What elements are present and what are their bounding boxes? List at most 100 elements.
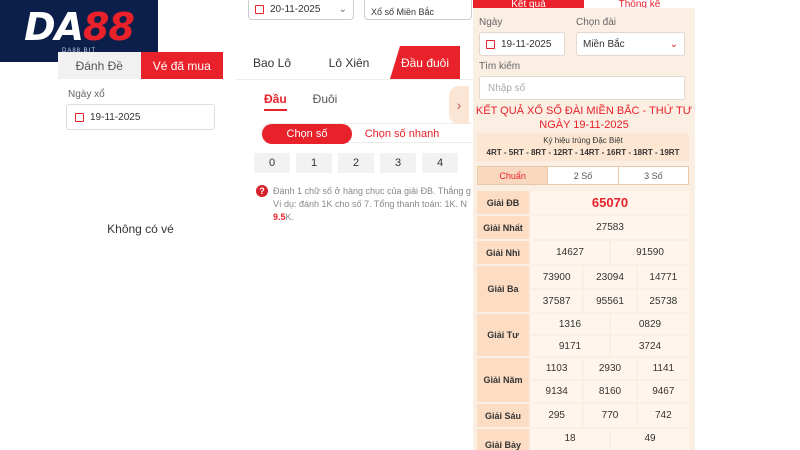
display-mode-toggle: Chuẩn 2 Số 3 Số <box>477 166 689 185</box>
logo-num: 88 <box>83 5 135 49</box>
search-input[interactable]: Nhập số <box>479 76 685 100</box>
prize-value-row: 9171 3724 <box>531 336 689 356</box>
prize-value-row: 65070 <box>531 191 689 214</box>
prize-row-db: Giải ĐB 65070 <box>477 191 689 214</box>
quick-choose-button[interactable]: Chọn số nhanh <box>352 124 452 144</box>
subtab-dau[interactable]: Đầu <box>264 92 287 111</box>
prize-number: 14627 <box>531 241 609 264</box>
help-amount: 9.5 <box>273 212 286 222</box>
digit-button[interactable]: 1 <box>296 153 332 173</box>
prize-label: Giải Bảy <box>477 429 529 450</box>
subtab-duoi[interactable]: Đuôi <box>313 92 338 111</box>
prize-number: 295 <box>531 404 583 427</box>
help-text: Đánh 1 chữ số ở hàng chục của giải ĐB. T… <box>273 185 471 224</box>
prize-value-row: 9134 8160 9467 <box>531 381 689 402</box>
prize-value-row: 27583 <box>531 216 689 239</box>
chevron-right-icon: › <box>456 97 462 113</box>
result-date-label: Ngày <box>479 17 503 28</box>
prize-number: 25738 <box>637 290 689 312</box>
mode-standard[interactable]: Chuẩn <box>478 167 549 184</box>
ticket-panel: Đánh Đề Vé đã mua Ngày xổ 19-11-2025 Khô… <box>58 52 223 450</box>
prize-number: 49 <box>611 429 689 450</box>
prize-row-tu: Giải Tư 1316 0829 9171 3724 <box>477 314 689 356</box>
tab-danh-de[interactable]: Đánh Đề <box>58 52 141 79</box>
bet-type-tabs: Bao Lô Lô Xiên Đầu đuôi <box>236 46 476 80</box>
help-line-1: Đánh 1 chữ số ở hàng chục của giải ĐB. T… <box>273 186 471 196</box>
digit-button[interactable]: 0 <box>254 153 290 173</box>
digit-grid: 0 1 2 3 4 <box>254 153 476 173</box>
digit-button[interactable]: 3 <box>380 153 416 173</box>
top-region-select[interactable]: Xổ số Miền Bắc <box>364 0 472 20</box>
prize-row-nhi: Giải Nhì 14627 91590 <box>477 241 689 264</box>
prize-number: 1316 <box>531 314 609 334</box>
results-title-line-2: NGÀY 19-11-2025 <box>539 119 629 131</box>
region-select-label: Chọn đài <box>576 17 617 28</box>
tab-thong-ke[interactable]: Thống kê <box>584 0 695 8</box>
results-tabs: Kết quả Thống kê <box>473 0 695 8</box>
tab-dau-duoi[interactable]: Đầu đuôi <box>390 46 460 79</box>
top-date-picker[interactable]: 20-11-2025 ⌄ <box>248 0 354 20</box>
prize-number: 742 <box>637 404 689 427</box>
prize-value-row: 1103 2930 1141 <box>531 358 689 379</box>
prize-values: 14627 91590 <box>531 241 689 264</box>
question-icon: ? <box>256 185 268 197</box>
draw-date-picker[interactable]: 19-11-2025 <box>66 104 215 130</box>
prize-number: 73900 <box>531 266 583 288</box>
prize-label: Giải Năm <box>477 358 529 402</box>
prize-number: 9467 <box>637 381 689 402</box>
result-date-picker[interactable]: 19-11-2025 <box>479 32 565 56</box>
region-select[interactable]: Miền Bắc ⌄ <box>576 32 685 56</box>
choose-number-button[interactable]: Chọn số <box>262 124 352 144</box>
prize-values: 295 770 742 <box>531 404 689 427</box>
prize-number: 14771 <box>637 266 689 288</box>
tab-ve-da-mua[interactable]: Vé đã mua <box>140 52 223 79</box>
prize-row-bay: Giải Bảy 18 49 <box>477 429 689 450</box>
results-title: KẾT QUẢ XỔ SỐ ĐÀI MIỀN BẮC - THỨ TƯ NGÀY… <box>473 104 695 132</box>
prize-number: 0829 <box>611 314 689 334</box>
prize-number: 3724 <box>611 336 689 356</box>
prize-row-nam: Giải Năm 1103 2930 1141 9134 8160 9467 <box>477 358 689 402</box>
help-suffix: K. <box>285 212 295 222</box>
prize-value-row: 73900 23094 14771 <box>531 266 689 288</box>
prize-values: 1316 0829 9171 3724 <box>531 314 689 356</box>
prize-values: 73900 23094 14771 37587 95561 25738 <box>531 266 689 312</box>
top-date-value: 20-11-2025 <box>270 4 321 15</box>
prize-value-row: 14627 91590 <box>531 241 689 264</box>
calendar-icon <box>255 5 264 14</box>
draw-date-value: 19-11-2025 <box>90 111 141 123</box>
prize-values: 18 49 <box>531 429 689 450</box>
tab-ket-qua[interactable]: Kết quả <box>473 0 584 8</box>
logo-text: DA88 <box>24 5 135 49</box>
prize-values: 27583 <box>531 216 689 239</box>
prize-label: Giải ĐB <box>477 191 529 214</box>
tab-lo-xien[interactable]: Lô Xiên <box>308 46 390 79</box>
collapse-results-button[interactable]: › <box>449 86 469 124</box>
prize-value-row: 18 49 <box>531 429 689 450</box>
bet-panel: Bao Lô Lô Xiên Đầu đuôi Đầu Đuôi Chọn số… <box>236 46 481 450</box>
prize-number: 91590 <box>611 241 689 264</box>
chevron-down-icon: ⌄ <box>669 38 678 50</box>
tab-bao-lo[interactable]: Bao Lô <box>236 46 308 79</box>
calendar-icon <box>486 39 495 49</box>
prize-number: 18 <box>531 429 609 450</box>
prize-number: 2930 <box>584 358 636 379</box>
prize-label: Giải Nhì <box>477 241 529 264</box>
results-title-line-1: KẾT QUẢ XỔ SỐ ĐÀI MIỀN BẮC - THỨ TƯ <box>475 105 693 117</box>
mode-2-digits[interactable]: 2 Số <box>548 167 619 184</box>
digit-button[interactable]: 2 <box>338 153 374 173</box>
prize-number: 1103 <box>531 358 583 379</box>
prize-values: 1103 2930 1141 9134 8160 9467 <box>531 358 689 402</box>
empty-tickets-message: Không có vé <box>107 222 174 236</box>
prize-row-nhat: Giải Nhất 27583 <box>477 216 689 239</box>
prize-number: 95561 <box>584 290 636 312</box>
dau-duoi-subtabs: Đầu Đuôi <box>264 92 476 111</box>
prize-label: Giải Nhất <box>477 216 529 239</box>
help-line-2: Ví dụ: đánh 1K cho số 7. Tổng thanh toán… <box>273 199 467 209</box>
digit-button[interactable]: 4 <box>422 153 458 173</box>
pick-mode-toggle: Chọn số Chọn số nhanh <box>261 123 481 144</box>
prize-row-ba: Giải Ba 73900 23094 14771 37587 95561 25… <box>477 266 689 312</box>
prize-label: Giải Ba <box>477 266 529 312</box>
prize-value-row: 1316 0829 <box>531 314 689 334</box>
prize-number: 23094 <box>584 266 636 288</box>
mode-3-digits[interactable]: 3 Số <box>619 167 688 184</box>
